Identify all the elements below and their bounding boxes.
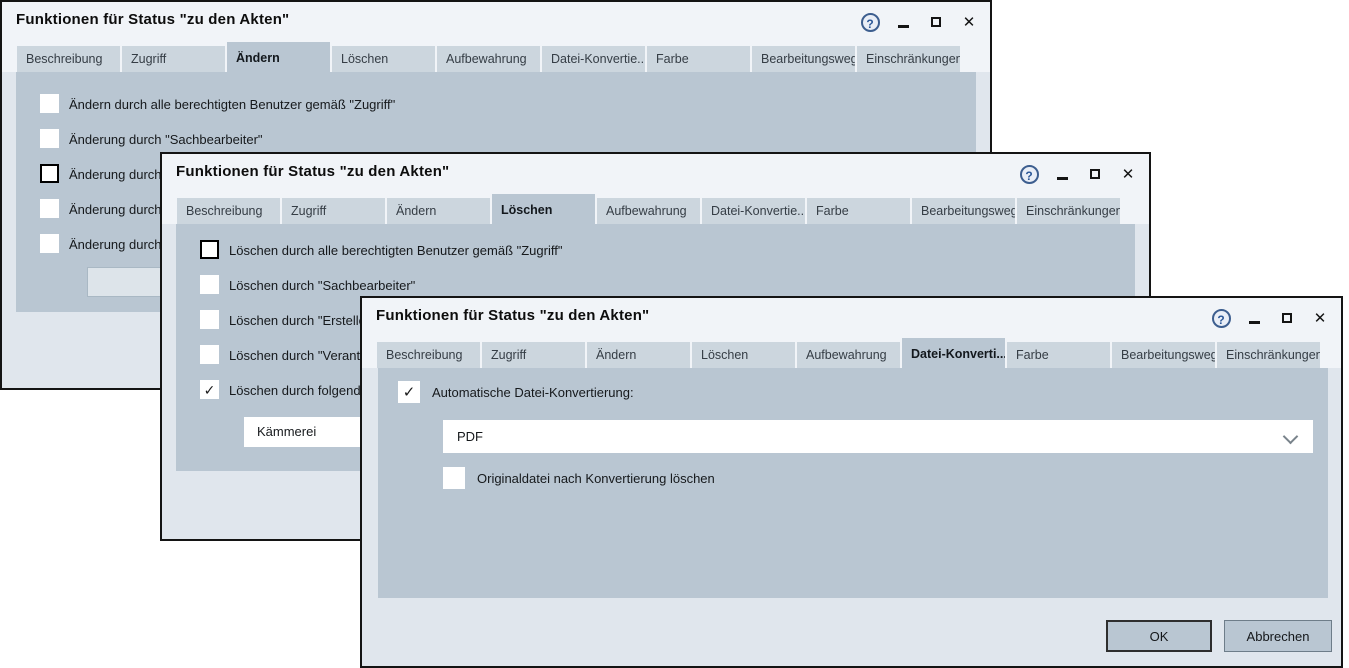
tab-panel-datei-konvertierung: ✓ Automatische Datei-Konvertierung: PDF …	[378, 368, 1328, 598]
checkbox-unchecked[interactable]	[200, 275, 219, 294]
checkbox-label: Originaldatei nach Konvertierung löschen	[477, 471, 715, 486]
maximize-button[interactable]	[923, 9, 949, 35]
checkbox-checked[interactable]: ✓	[200, 380, 219, 399]
window-title: Funktionen für Status "zu den Akten"	[376, 307, 649, 324]
maximize-icon	[1090, 169, 1100, 179]
titlebar[interactable]: Funktionen für Status "zu den Akten" ? ✕	[162, 154, 1149, 196]
delete-original-row: Originaldatei nach Konvertierung löschen	[443, 467, 715, 489]
tab-ändern[interactable]: Ändern	[587, 342, 690, 368]
tab-bearbeitungsweg[interactable]: Bearbeitungsweg	[912, 198, 1015, 224]
tab-zugriff[interactable]: Zugriff	[482, 342, 585, 368]
close-icon: ✕	[1122, 167, 1135, 182]
checkbox-label: Löschen durch alle berechtigten Benutzer…	[229, 243, 562, 258]
dialog-window-datei-konvertierung: Funktionen für Status "zu den Akten" ? ✕…	[360, 296, 1343, 668]
tab-aufbewahrung[interactable]: Aufbewahrung	[597, 198, 700, 224]
checkbox-row: Ändern durch alle berechtigten Benutzer …	[40, 94, 966, 129]
checkbox-label: Löschen durch "Sachbearbeiter"	[229, 278, 415, 293]
tab-aufbewahrung[interactable]: Aufbewahrung	[437, 46, 540, 72]
checkbox-unchecked[interactable]	[40, 164, 59, 183]
chevron-down-icon	[1283, 429, 1299, 445]
cancel-button[interactable]: Abbrechen	[1224, 620, 1332, 652]
help-icon: ?	[1020, 165, 1039, 184]
checkbox-unchecked[interactable]	[40, 94, 59, 113]
tab-aufbewahrung[interactable]: Aufbewahrung	[797, 342, 900, 368]
close-button[interactable]: ✕	[1307, 305, 1333, 331]
help-button[interactable]: ?	[1208, 305, 1234, 331]
help-icon: ?	[861, 13, 880, 32]
tab-bearbeitungsweg[interactable]: Bearbeitungsweg	[752, 46, 855, 72]
maximize-icon	[1282, 313, 1292, 323]
maximize-button[interactable]	[1082, 161, 1108, 187]
checkbox-label: Ändern durch alle berechtigten Benutzer …	[69, 97, 395, 112]
tab-einschränkungen[interactable]: Einschränkungen	[857, 46, 960, 72]
window-title: Funktionen für Status "zu den Akten"	[176, 163, 449, 180]
checkbox-unchecked[interactable]	[200, 310, 219, 329]
tab-bar: BeschreibungZugriffÄndernLöschenAufbewah…	[17, 46, 962, 72]
checkbox-label: Änderung durch "	[69, 202, 170, 217]
checkbox-row: Löschen durch alle berechtigten Benutzer…	[200, 240, 1125, 275]
tab-löschen[interactable]: Löschen	[332, 46, 435, 72]
tab-beschreibung[interactable]: Beschreibung	[377, 342, 480, 368]
checkbox-unchecked[interactable]	[40, 234, 59, 253]
tab-zugriff[interactable]: Zugriff	[282, 198, 385, 224]
checkbox-label: Löschen durch "Verantw	[229, 348, 369, 363]
tab-ändern[interactable]: Ändern	[227, 42, 330, 72]
tab-zugriff[interactable]: Zugriff	[122, 46, 225, 72]
tab-löschen[interactable]: Löschen	[492, 194, 595, 224]
tab-bearbeitungsweg[interactable]: Bearbeitungsweg	[1112, 342, 1215, 368]
tab-farbe[interactable]: Farbe	[1007, 342, 1110, 368]
close-button[interactable]: ✕	[956, 9, 982, 35]
tab-datei-konvertie[interactable]: Datei-Konvertie...	[542, 46, 645, 72]
maximize-button[interactable]	[1274, 305, 1300, 331]
titlebar[interactable]: Funktionen für Status "zu den Akten" ? ✕	[362, 298, 1341, 340]
tab-ändern[interactable]: Ändern	[387, 198, 490, 224]
window-controls: ? ✕	[857, 9, 982, 35]
dropdown-value: PDF	[457, 420, 483, 453]
tab-datei-konverti[interactable]: Datei-Konverti...	[902, 338, 1005, 368]
checkbox-unchecked[interactable]	[200, 345, 219, 364]
minimize-button[interactable]	[1241, 305, 1267, 331]
ok-button[interactable]: OK	[1106, 620, 1212, 652]
tab-löschen[interactable]: Löschen	[692, 342, 795, 368]
checkbox-checked[interactable]: ✓	[398, 381, 420, 403]
maximize-icon	[931, 17, 941, 27]
minimize-icon	[1249, 321, 1260, 324]
checkbox-label: Automatische Datei-Konvertierung:	[432, 385, 634, 400]
window-title: Funktionen für Status "zu den Akten"	[16, 11, 289, 28]
minimize-icon	[1057, 177, 1068, 180]
minimize-button[interactable]	[890, 9, 916, 35]
checkbox-label: Änderung durch f	[69, 237, 169, 252]
tab-bar: BeschreibungZugriffÄndernLöschenAufbewah…	[377, 342, 1322, 368]
help-icon: ?	[1212, 309, 1231, 328]
minimize-icon	[898, 25, 909, 28]
checkbox-label: Änderung durch "Sachbearbeiter"	[69, 132, 263, 147]
checkbox-unchecked[interactable]	[40, 129, 59, 148]
checkbox-unchecked[interactable]	[40, 199, 59, 218]
close-button[interactable]: ✕	[1115, 161, 1141, 187]
tab-farbe[interactable]: Farbe	[647, 46, 750, 72]
titlebar[interactable]: Funktionen für Status "zu den Akten" ? ✕	[2, 2, 990, 44]
tab-bar: BeschreibungZugriffÄndernLöschenAufbewah…	[177, 198, 1122, 224]
checkbox-unchecked[interactable]	[200, 240, 219, 259]
tab-datei-konvertie[interactable]: Datei-Konvertie...	[702, 198, 805, 224]
window-controls: ? ✕	[1016, 161, 1141, 187]
close-icon: ✕	[963, 15, 976, 30]
tab-beschreibung[interactable]: Beschreibung	[17, 46, 120, 72]
checkbox-label: Löschen durch "Ersteller"	[229, 313, 375, 328]
close-icon: ✕	[1314, 311, 1327, 326]
checkbox-label: Änderung durch "	[69, 167, 170, 182]
tab-farbe[interactable]: Farbe	[807, 198, 910, 224]
checkbox-unchecked[interactable]	[443, 467, 465, 489]
tab-einschränkungen[interactable]: Einschränkungen	[1017, 198, 1120, 224]
conversion-format-dropdown[interactable]: PDF	[443, 420, 1313, 453]
auto-convert-row: ✓ Automatische Datei-Konvertierung:	[398, 381, 634, 403]
help-button[interactable]: ?	[1016, 161, 1042, 187]
minimize-button[interactable]	[1049, 161, 1075, 187]
dialog-buttons: OK Abbrechen	[362, 620, 1341, 652]
tab-einschränkungen[interactable]: Einschränkungen	[1217, 342, 1320, 368]
help-button[interactable]: ?	[857, 9, 883, 35]
window-controls: ? ✕	[1208, 305, 1333, 331]
checkbox-label: Löschen durch folgende	[229, 383, 368, 398]
tab-beschreibung[interactable]: Beschreibung	[177, 198, 280, 224]
